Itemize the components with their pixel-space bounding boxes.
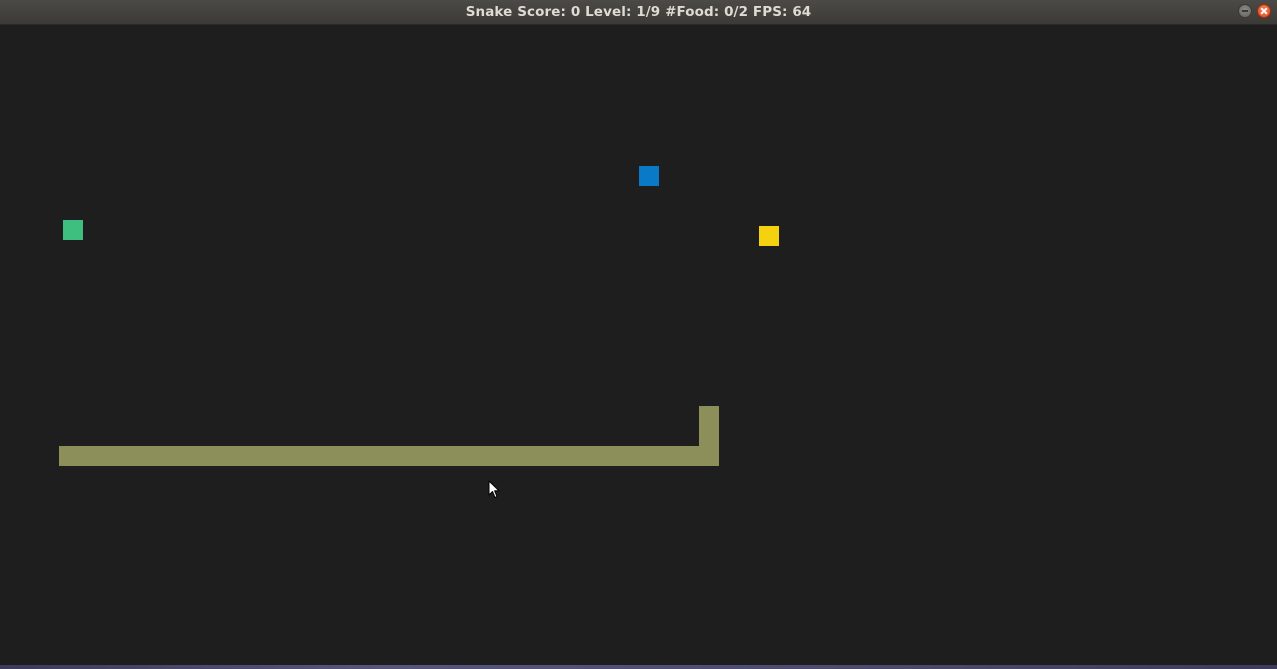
food-blue — [639, 166, 659, 186]
snake-body — [59, 446, 719, 466]
snake-head — [699, 406, 719, 466]
mouse-cursor-icon — [488, 480, 500, 498]
food-yellow — [759, 226, 779, 246]
window-title: Snake Score: 0 Level: 1/9 #Food: 0/2 FPS… — [465, 4, 812, 20]
minimize-icon[interactable] — [1238, 4, 1252, 18]
game-window: Snake Score: 0 Level: 1/9 #Food: 0/2 FPS… — [0, 0, 1277, 669]
title-bar[interactable]: Snake Score: 0 Level: 1/9 #Food: 0/2 FPS… — [0, 0, 1277, 25]
close-icon[interactable] — [1257, 4, 1271, 18]
game-board[interactable] — [0, 26, 1277, 665]
bottom-border — [0, 665, 1277, 669]
food-green — [63, 220, 83, 240]
